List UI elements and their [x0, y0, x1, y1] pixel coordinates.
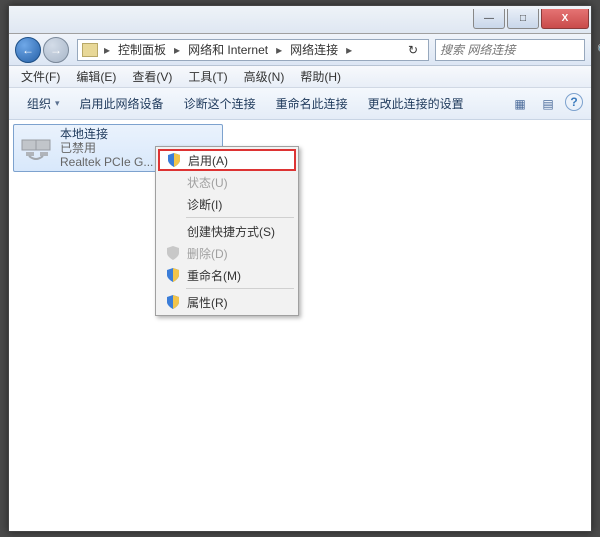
minimize-icon: —: [484, 13, 494, 24]
refresh-button[interactable]: ↻: [402, 40, 424, 60]
folder-icon: [82, 43, 98, 57]
view-mode-button[interactable]: ▦: [509, 93, 531, 115]
separator: [186, 217, 294, 218]
ctx-properties-label: 属性(R): [187, 294, 228, 311]
context-menu: 启用(A) 状态(U) 诊断(I) 创建快捷方式(S) 删除(D): [155, 146, 299, 316]
breadcrumb-arrow-icon: ▸: [274, 43, 284, 57]
menu-tools[interactable]: 工具(T): [180, 66, 235, 87]
ctx-enable[interactable]: 启用(A): [158, 149, 296, 171]
ctx-diagnose[interactable]: 诊断(I): [158, 193, 296, 215]
ctx-delete-label: 删除(D): [187, 245, 228, 262]
menu-edit[interactable]: 编辑(E): [68, 66, 124, 87]
menu-bar: 文件(F) 编辑(E) 查看(V) 工具(T) 高级(N) 帮助(H): [9, 66, 591, 88]
enable-device-button[interactable]: 启用此网络设备: [70, 91, 174, 116]
content-area: 本地连接 已禁用 Realtek PCIe G... 启用(A) 状态(U) 诊…: [9, 120, 591, 531]
menu-advanced[interactable]: 高级(N): [236, 66, 293, 87]
preview-pane-button[interactable]: ▤: [537, 93, 559, 115]
change-settings-button[interactable]: 更改此连接的设置: [358, 91, 474, 116]
connection-status: 已禁用: [60, 141, 153, 155]
search-input[interactable]: [440, 43, 597, 57]
forward-button[interactable]: →: [43, 37, 69, 63]
maximize-button[interactable]: □: [507, 9, 539, 29]
ctx-rename[interactable]: 重命名(M): [158, 264, 296, 286]
shield-icon: [165, 267, 181, 283]
breadcrumb-seg-1[interactable]: 控制面板: [112, 40, 172, 60]
rename-button[interactable]: 重命名此连接: [266, 91, 358, 116]
close-icon: X: [562, 13, 569, 24]
back-button[interactable]: ←: [15, 37, 41, 63]
separator: [186, 288, 294, 289]
breadcrumb-seg-2[interactable]: 网络和 Internet: [182, 40, 274, 60]
diagnose-button[interactable]: 诊断这个连接: [174, 91, 266, 116]
ctx-status: 状态(U): [158, 171, 296, 193]
ctx-delete: 删除(D): [158, 242, 296, 264]
breadcrumb-arrow-icon: ▸: [172, 43, 182, 57]
menu-help[interactable]: 帮助(H): [292, 66, 349, 87]
ctx-status-label: 状态(U): [187, 174, 228, 191]
minimize-button[interactable]: —: [473, 9, 505, 29]
ctx-rename-label: 重命名(M): [187, 267, 241, 284]
shield-icon: [165, 294, 181, 310]
breadcrumb-arrow-icon: ▸: [344, 43, 354, 57]
menu-file[interactable]: 文件(F): [13, 66, 68, 87]
ctx-shortcut-label: 创建快捷方式(S): [187, 223, 275, 240]
breadcrumb-seg-3[interactable]: 网络连接: [284, 40, 344, 60]
menu-view[interactable]: 查看(V): [124, 66, 180, 87]
connection-name: 本地连接: [60, 127, 153, 141]
titlebar: — □ X: [9, 6, 591, 34]
command-bar: 组织 启用此网络设备 诊断这个连接 重命名此连接 更改此连接的设置 ▦ ▤ ?: [9, 88, 591, 120]
window-controls: — □ X: [473, 10, 591, 29]
address-bar[interactable]: ▸ 控制面板 ▸ 网络和 Internet ▸ 网络连接 ▸ ↻: [77, 39, 429, 61]
explorer-window: — □ X ← → ▸ 控制面板 ▸ 网络和 Internet ▸ 网络连接 ▸…: [8, 5, 592, 532]
breadcrumb-arrow-icon: ▸: [102, 43, 112, 57]
search-box[interactable]: 🔍: [435, 39, 585, 61]
connection-labels: 本地连接 已禁用 Realtek PCIe G...: [60, 127, 153, 169]
ctx-shortcut[interactable]: 创建快捷方式(S): [158, 220, 296, 242]
navigation-bar: ← → ▸ 控制面板 ▸ 网络和 Internet ▸ 网络连接 ▸ ↻ 🔍: [9, 34, 591, 66]
connection-adapter: Realtek PCIe G...: [60, 155, 153, 169]
shield-icon: [165, 245, 181, 261]
ctx-diagnose-label: 诊断(I): [187, 196, 222, 213]
ctx-properties[interactable]: 属性(R): [158, 291, 296, 313]
back-icon: ←: [22, 43, 34, 57]
maximize-icon: □: [520, 13, 526, 24]
shield-icon: [166, 152, 182, 168]
close-button[interactable]: X: [541, 9, 589, 29]
ctx-enable-label: 启用(A): [188, 152, 228, 169]
organize-button[interactable]: 组织: [17, 91, 70, 116]
help-button[interactable]: ?: [565, 93, 583, 111]
forward-icon: →: [50, 43, 62, 57]
network-adapter-icon: [18, 130, 54, 166]
